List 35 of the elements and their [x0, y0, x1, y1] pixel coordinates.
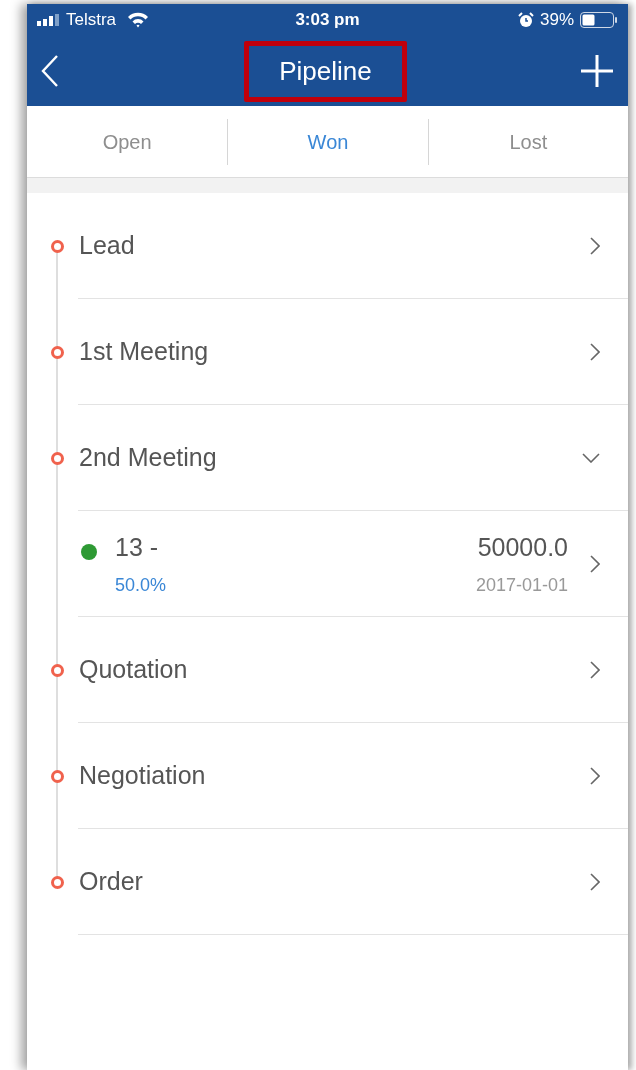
signal-icon	[37, 14, 61, 26]
status-time: 3:03 pm	[295, 9, 360, 32]
stage-name: Quotation	[79, 654, 189, 686]
wifi-icon	[127, 12, 150, 28]
stage-row[interactable]: Quotation	[27, 617, 628, 723]
battery-percent: 39%	[539, 9, 574, 32]
chevron-down-icon	[582, 453, 600, 463]
page-title: Pipeline	[244, 40, 407, 102]
deal-title: 13 -	[115, 531, 160, 563]
battery-icon	[580, 12, 618, 28]
plus-icon	[581, 55, 613, 87]
stage-name: 1st Meeting	[79, 336, 210, 368]
stage-row[interactable]: 1st Meeting	[27, 299, 628, 405]
deal-probability: 50.0%	[115, 574, 168, 598]
stage-row[interactable]: Lead	[27, 193, 628, 299]
stage-name: 2nd Meeting	[79, 442, 218, 474]
deal-amount: 50000.0	[477, 531, 568, 563]
chevron-right-icon	[590, 873, 600, 891]
stage-name: Order	[79, 866, 144, 898]
chevron-right-icon	[590, 343, 600, 361]
stage-row[interactable]: Order	[27, 829, 628, 935]
stage-row[interactable]: 2nd Meeting	[27, 405, 628, 511]
tab[interactable]: Won	[228, 106, 428, 177]
chevron-right-icon	[590, 661, 600, 679]
alarm-clock-icon	[517, 12, 534, 28]
carrier-name: Telstra	[66, 9, 117, 32]
chevron-right-icon	[590, 555, 600, 573]
back-icon	[41, 55, 59, 87]
stage-name: Negotiation	[79, 760, 207, 792]
deal-date: 2017-01-01	[475, 574, 568, 598]
chevron-right-icon	[590, 767, 600, 785]
chevron-right-icon	[590, 237, 600, 255]
stage-row[interactable]: Negotiation	[27, 723, 628, 829]
stage-name: Lead	[79, 230, 136, 262]
deal-row[interactable]: 13 - 50.0% 50000.0 2017-01-01	[27, 511, 628, 617]
